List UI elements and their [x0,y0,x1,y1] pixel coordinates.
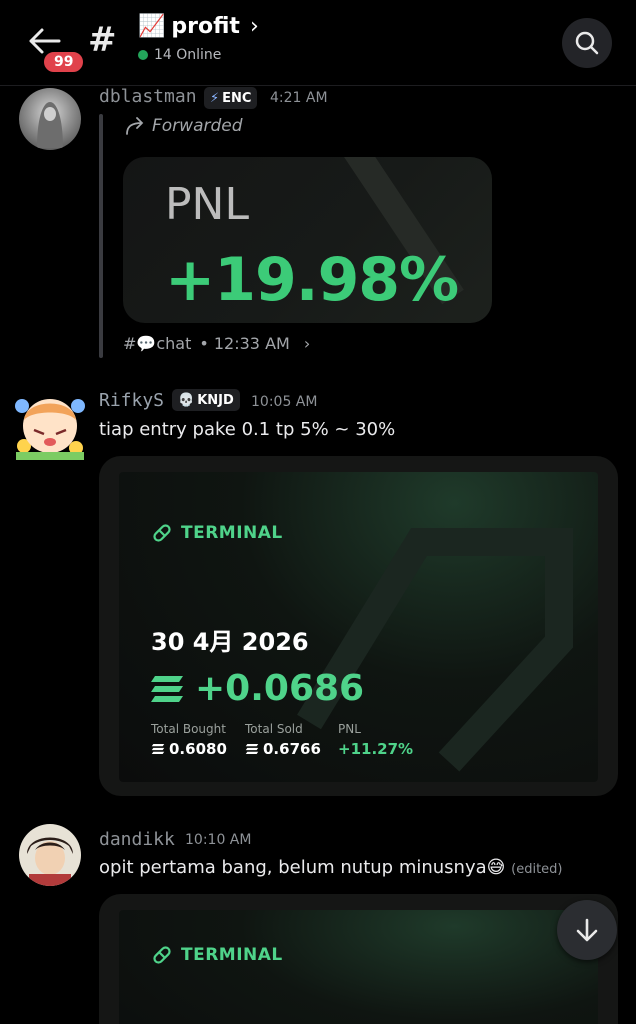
message-text: tiap entry pake 0.1 tp 5% ~ 30% [99,419,396,440]
avatar[interactable] [19,88,81,150]
terminal-pnl-image[interactable]: TERMINAL [99,894,618,1024]
solana-icon [151,743,165,755]
search-icon [575,31,599,55]
guild-tag[interactable]: ⚡ ENC [204,87,258,109]
online-label: 14 Online [154,47,222,63]
forwarded-label: Forwarded [124,116,243,136]
lightning-icon: ⚡ [210,90,220,106]
terminal-date: 30 4月 2026 [151,628,309,656]
channel-title[interactable]: 📈 profit › [138,14,259,39]
guild-tag-label: KNJD [197,392,234,408]
channel-emoji: 📈 [138,14,166,39]
pill-icon [153,524,171,542]
channel-header: 99 # 📈 profit › 14 Online [0,0,636,86]
unread-badge: 99 [42,50,86,74]
terminal-pnl-image[interactable]: TERMINAL 30 4月 2026 +0.0686 Total Bought… [99,456,618,796]
channel-name: profit [171,14,240,39]
edited-label: (edited) [511,862,563,877]
message-text-content: opit pertama bang, belum nutup minusnya😅 [99,857,506,878]
terminal-brand: TERMINAL [181,523,283,543]
forwarded-text: Forwarded [152,116,243,136]
terminal-card-bg: TERMINAL 30 4月 2026 +0.0686 Total Bought… [119,472,598,782]
timestamp: 10:10 AM [185,832,252,848]
terminal-amount-value: +0.0686 [195,668,365,709]
avatar[interactable] [12,390,88,462]
source-channel: #💬chat [123,334,192,353]
stat-pnl: PNL +11.27% [338,722,413,758]
solana-icon [151,675,183,702]
terminal-card-bg: TERMINAL [119,910,598,1024]
stat-total-bought: Total Bought 0.6080 [151,722,227,758]
username[interactable]: dandikk [99,829,175,850]
terminal-logo: TERMINAL [151,522,283,544]
online-dot-icon [138,50,148,60]
avatar[interactable] [19,824,81,886]
terminal-brand: TERMINAL [181,945,283,965]
terminal-logo: TERMINAL [151,944,283,966]
timestamp: 4:21 AM [270,90,328,106]
chevron-right-icon: › [249,14,259,39]
stat-value: +11.27% [338,740,414,758]
stat-value: 0.6766 [245,740,321,758]
chevron-right-icon: › [303,334,311,353]
username[interactable]: RifkyS [99,390,164,411]
pnl-value: +19.98% [165,245,459,315]
forward-arrow-icon [126,117,144,135]
stat-label: Total Bought [151,722,226,736]
guild-tag[interactable]: 💀 KNJD [172,389,240,411]
search-button[interactable] [562,18,612,68]
stat-label: Total Sold [245,722,303,736]
stat-label: PNL [338,722,361,736]
channel-hash-icon: # [88,20,117,60]
source-time: • 12:33 AM [199,334,290,353]
pnl-image[interactable]: PNL +19.98% [123,157,492,323]
forward-bar [99,114,103,358]
terminal-amount: +0.0686 [149,668,364,709]
stat-total-sold: Total Sold 0.6766 [245,722,321,758]
stat-value-text: 0.6080 [169,740,227,758]
stat-value: 0.6080 [151,740,227,758]
forward-source-link[interactable]: #💬chat • 12:33 AM › [123,334,310,353]
pill-icon [153,946,171,964]
message-text: opit pertama bang, belum nutup minusnya😅… [99,857,563,878]
skull-icon: 💀 [178,392,195,408]
guild-tag-label: ENC [222,90,252,106]
stat-value-text: 0.6766 [263,740,321,758]
solana-icon [245,743,259,755]
jump-to-bottom-button[interactable] [557,900,617,960]
timestamp: 10:05 AM [251,394,318,410]
pnl-label: PNL [165,179,249,230]
arrow-down-icon [576,918,598,942]
username[interactable]: dblastman [99,86,197,107]
online-count: 14 Online [138,47,221,63]
